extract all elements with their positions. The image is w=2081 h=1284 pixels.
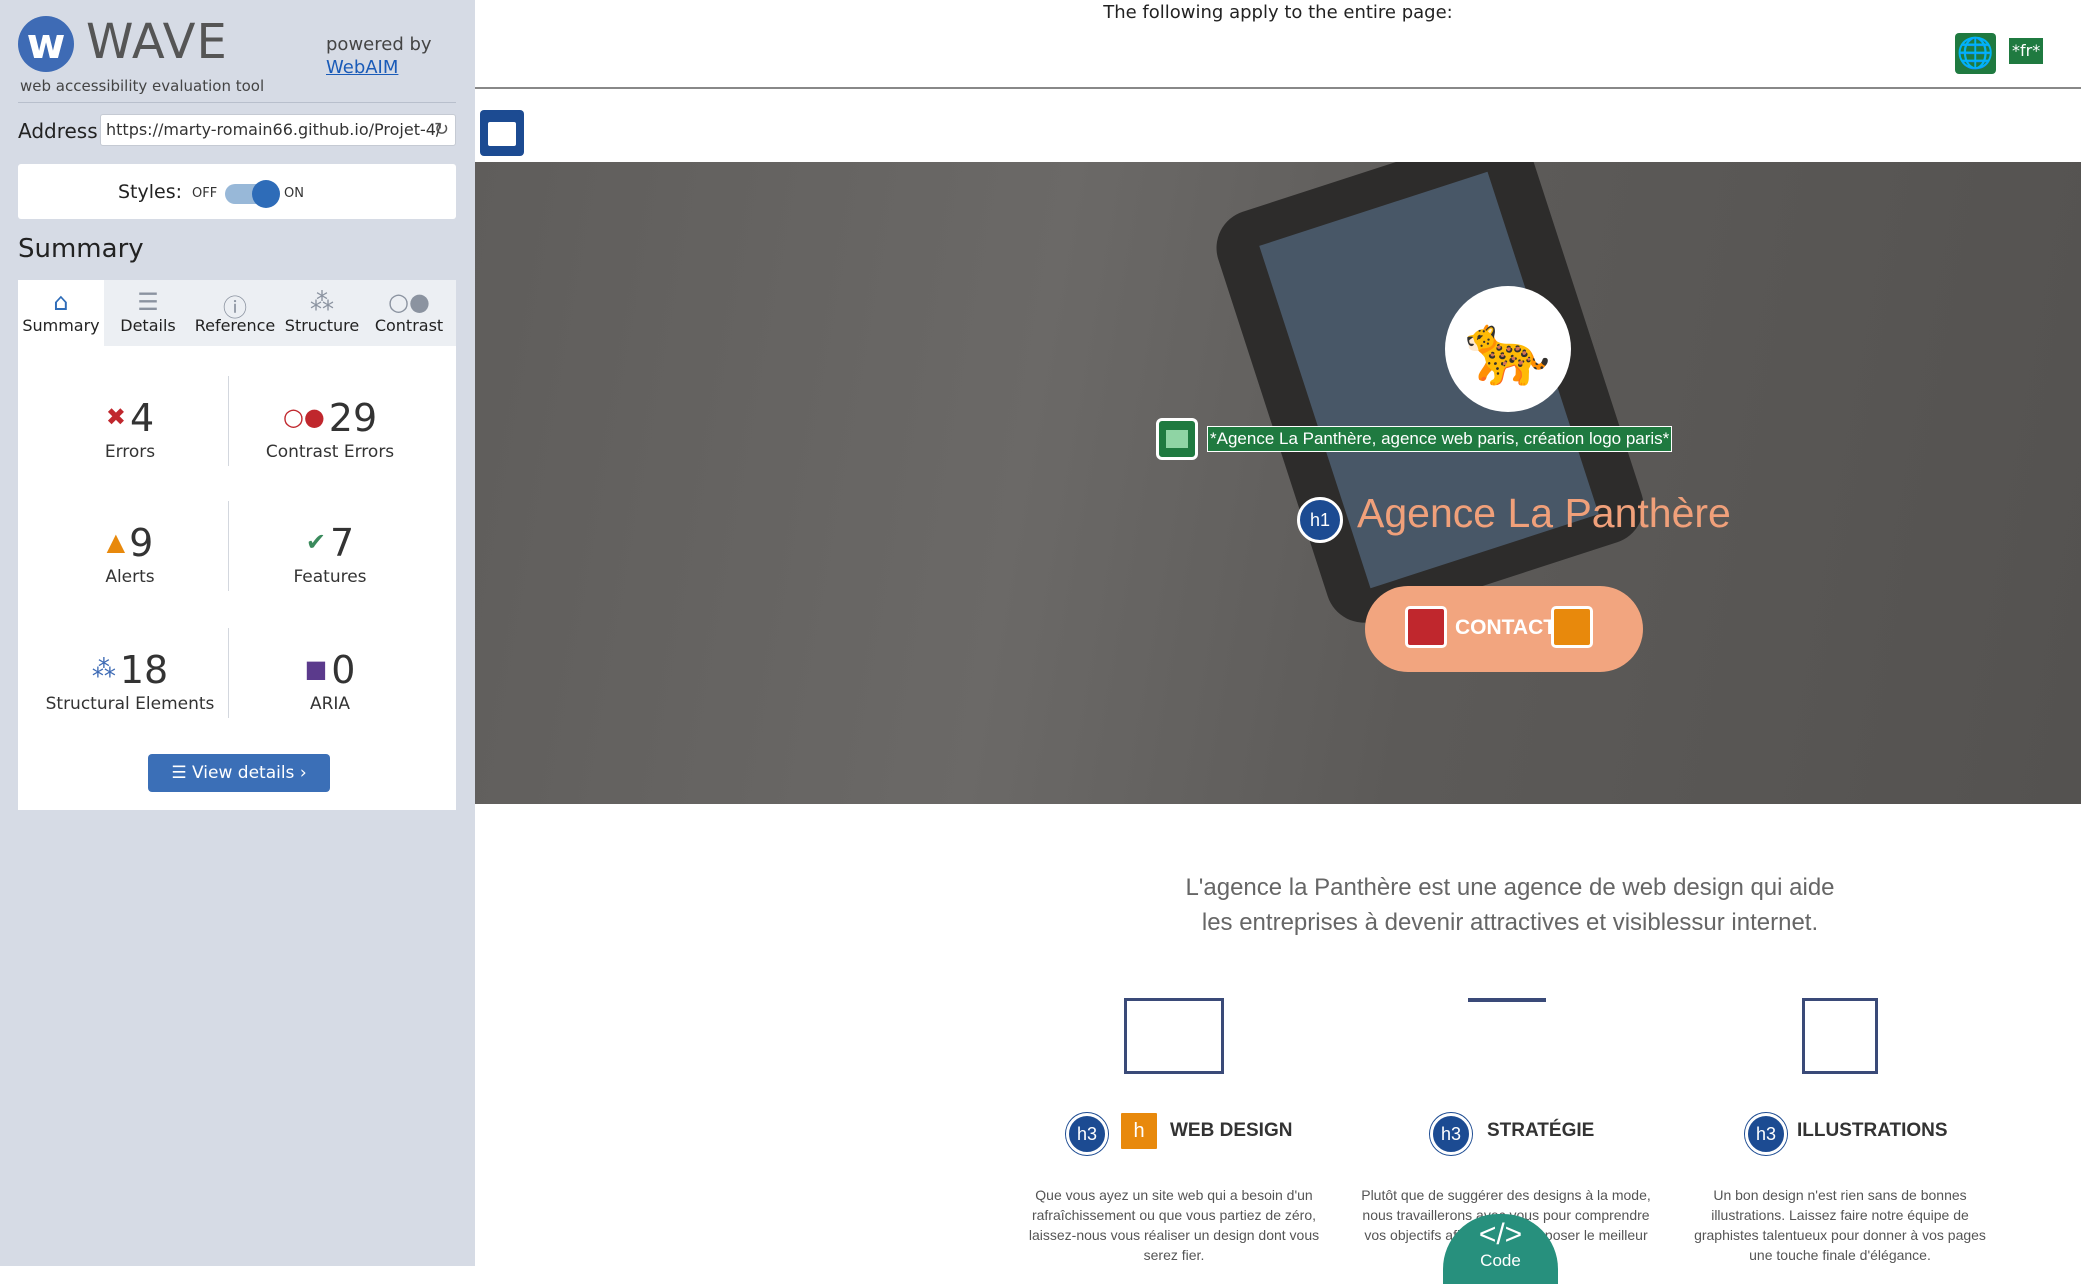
code-panel-toggle[interactable]: </> Code <box>1443 1214 1558 1284</box>
hero-section: 🐆 *Agence La Panthère, agence web paris,… <box>475 162 2081 804</box>
h3-icon[interactable]: h3 <box>1066 1113 1108 1155</box>
service-title-web-design: WEB DESIGN <box>1170 1120 1293 1141</box>
webaim-link[interactable]: WebAIM <box>326 57 432 78</box>
stat-errors[interactable]: ✖ 4 Errors <box>30 396 230 462</box>
contact-button[interactable]: CONTACT <box>1365 586 1643 672</box>
hero-title: Agence La Panthère <box>1357 490 1731 536</box>
structural-count: 18 <box>119 648 169 692</box>
intro-text: L'agence la Panthère est une agence de w… <box>1040 870 1980 940</box>
address-value: https://marty-romain66.github.io/Projet-… <box>106 120 442 139</box>
document-structure-icon[interactable] <box>480 110 524 156</box>
panther-logo: 🐆 <box>1445 286 1571 412</box>
aria-icon: ■ <box>304 655 328 683</box>
powered-by-text: powered by <box>326 34 432 55</box>
alerts-count: 9 <box>129 521 154 565</box>
wave-logo-wordmark: WAVE <box>86 14 228 70</box>
tab-contrast-label: Contrast <box>374 316 444 335</box>
alt-text-tag[interactable]: *Agence La Panthère, agence web paris, c… <box>1207 426 1673 452</box>
web-design-icon <box>1124 998 1224 1074</box>
structural-label: Structural Elements <box>45 694 215 714</box>
service-text-web-design: Que vous ayez un site web qui a besoin d… <box>1028 1187 1320 1263</box>
contrast-errors-count: 29 <box>328 396 378 440</box>
tab-summary-label: Summary <box>22 316 100 335</box>
tab-summary[interactable]: ⌂ Summary <box>18 280 104 346</box>
h3-icon[interactable]: h3 <box>1745 1113 1787 1155</box>
view-details-label: View details › <box>192 763 307 783</box>
list-icon: ☰ <box>137 288 159 316</box>
h3-icon[interactable]: h3 <box>1430 1113 1472 1155</box>
features-count: 7 <box>329 521 355 565</box>
address-input[interactable]: https://marty-romain66.github.io/Projet-… <box>100 114 456 146</box>
styles-on-label: ON <box>284 186 304 201</box>
errors-label: Errors <box>104 442 156 462</box>
home-icon: ⌂ <box>53 288 69 316</box>
service-text-illustrations: Un bon design n'est rien sans de bonnes … <box>1694 1187 1986 1263</box>
error-icon: ✖ <box>105 403 126 431</box>
stat-structural[interactable]: ⁂ 18 Structural Elements <box>30 648 230 714</box>
service-title-strategy: STRATÉGIE <box>1487 1120 1595 1141</box>
tab-details[interactable]: ☰ Details <box>105 280 191 346</box>
stat-aria[interactable]: ■ 0 ARIA <box>230 648 430 714</box>
styles-toggle-panel: Styles: OFF ON <box>18 164 456 219</box>
aria-label: ARIA <box>309 694 351 714</box>
sidebar-tabs: ⌂ Summary ☰ Details ⓘ Reference ⁂ Struct… <box>18 280 456 346</box>
errors-count: 4 <box>129 396 155 440</box>
structure-icon: ⁂ <box>91 655 116 683</box>
service-title-illustrations: ILLUSTRATIONS <box>1797 1120 1948 1141</box>
stat-alerts[interactable]: ▲ 9 Alerts <box>30 521 230 587</box>
strategy-icon <box>1468 998 1546 1062</box>
styles-label: Styles: <box>118 181 183 203</box>
contrast-errors-label: Contrast Errors <box>265 442 395 462</box>
summary-panel: ✖ 4 Errors ○● 29 Contrast Errors ▲ 9 Alerts… <box>18 346 456 810</box>
illustrations-icon <box>1802 998 1878 1074</box>
code-icon: </> <box>1478 1218 1523 1251</box>
alerts-label: Alerts <box>105 567 155 587</box>
aria-count: 0 <box>331 648 356 692</box>
tab-structure-label: Structure <box>284 316 360 335</box>
summary-heading: Summary <box>18 234 144 264</box>
wave-sidebar: w WAVE web accessibility evaluation tool… <box>0 0 475 1266</box>
stat-features[interactable]: ✔ 7 Features <box>230 521 430 587</box>
heading-alert-icon[interactable]: h <box>1118 1110 1160 1152</box>
contact-label: CONTACT <box>1455 616 1557 639</box>
wave-tagline: web accessibility evaluation tool <box>20 77 265 95</box>
globe-icon[interactable]: 🌐 <box>1955 33 1996 74</box>
image-alt-icon[interactable] <box>1156 418 1198 460</box>
sidebar-divider <box>18 102 456 103</box>
feature-icon: ✔ <box>305 528 326 556</box>
intro-line-2: les entreprises à devenir attractives et… <box>1201 909 1819 936</box>
alert-icon: ▲ <box>106 528 126 556</box>
page-wide-text: The following apply to the entire page: <box>1103 2 1453 23</box>
list-icon: ☰ <box>171 763 193 783</box>
empty-link-error-icon[interactable] <box>1405 606 1447 648</box>
reload-icon[interactable]: ↻ <box>434 115 449 145</box>
wave-logo-icon: w <box>18 16 74 72</box>
h1-icon[interactable]: h1 <box>1297 497 1343 543</box>
tab-details-label: Details <box>120 316 176 335</box>
language-tag[interactable]: *fr* <box>2009 38 2044 64</box>
stat-contrast-errors[interactable]: ○● 29 Contrast Errors <box>230 396 430 462</box>
contrast-icon: ○● <box>388 288 430 316</box>
code-label: Code <box>1480 1251 1521 1270</box>
intro-line-1: L'agence la Panthère est une agence de w… <box>1185 874 1835 901</box>
info-icon: ⓘ <box>223 294 247 322</box>
tab-reference[interactable]: ⓘ Reference <box>192 280 278 346</box>
page-wide-bar: The following apply to the entire page: … <box>475 0 2081 89</box>
contrast-error-icon: ○● <box>282 403 325 431</box>
structure-icon: ⁂ <box>310 288 334 316</box>
redundant-link-alert-icon[interactable] <box>1551 606 1593 648</box>
styles-off-label: OFF <box>192 186 218 201</box>
tab-reference-label: Reference <box>194 316 276 335</box>
features-label: Features <box>293 567 367 587</box>
tab-contrast[interactable]: ○● Contrast <box>366 280 452 346</box>
view-details-button[interactable]: ☰ View details › <box>148 754 330 792</box>
styles-toggle-knob[interactable] <box>252 180 280 208</box>
address-label: Address: <box>18 119 105 143</box>
powered-by: powered by WebAIM <box>326 34 432 78</box>
tab-structure[interactable]: ⁂ Structure <box>279 280 365 346</box>
